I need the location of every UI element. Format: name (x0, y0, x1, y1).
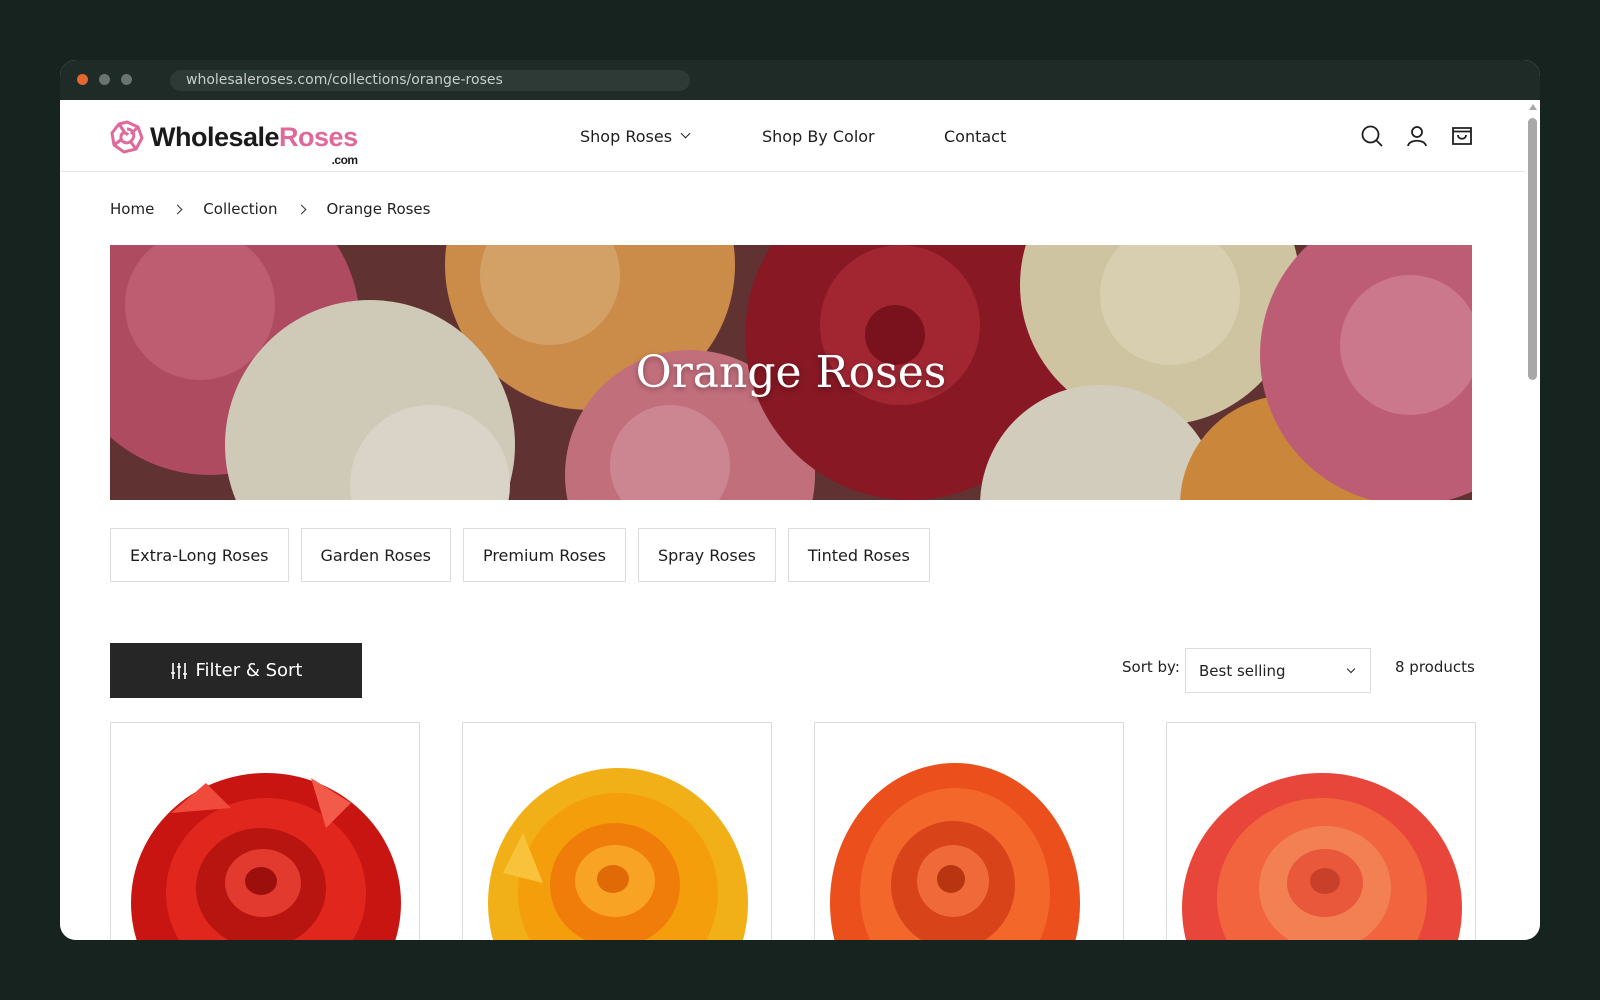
breadcrumb-current: Orange Roses (326, 200, 431, 218)
nav-shop-roses[interactable]: Shop Roses (580, 100, 691, 172)
close-window-button[interactable] (77, 74, 88, 85)
chevron-down-icon (1346, 664, 1356, 674)
subcollection-links: Extra-Long Roses Garden Roses Premium Ro… (110, 528, 942, 582)
sort-by-label: Sort by: (1122, 658, 1180, 676)
minimize-window-button[interactable] (99, 74, 110, 85)
site-header: WholesaleRoses .com Shop Roses Shop By C… (60, 100, 1525, 172)
product-card[interactable] (462, 722, 772, 940)
sort-select-value: Best selling (1199, 661, 1286, 680)
rose-logo-icon (110, 120, 144, 154)
collection-title: Orange Roses (635, 347, 947, 398)
red-rose-image (131, 773, 401, 940)
chip-garden-roses[interactable]: Garden Roses (300, 528, 451, 582)
scrollbar-thumb[interactable] (1528, 118, 1537, 380)
chevron-down-icon (680, 128, 691, 139)
page-content: WholesaleRoses .com Shop Roses Shop By C… (60, 100, 1525, 940)
cart-icon[interactable] (1450, 124, 1474, 148)
chip-tinted-roses[interactable]: Tinted Roses (787, 528, 930, 582)
sort-select[interactable]: Best selling (1185, 648, 1371, 693)
chip-spray-roses[interactable]: Spray Roses (637, 528, 776, 582)
page-scrollbar[interactable] (1525, 100, 1540, 940)
product-count: 8 products (1395, 658, 1475, 676)
chevron-right-icon (296, 204, 306, 214)
breadcrumb-collection[interactable]: Collection (203, 200, 277, 218)
filter-sort-button[interactable]: Filter & Sort (110, 643, 362, 698)
address-bar[interactable]: wholesaleroses.com/collections/orange-ro… (170, 70, 690, 91)
logo-text-wholesale: Wholesale (150, 122, 280, 152)
browser-toolbar: wholesaleroses.com/collections/orange-ro… (60, 60, 1540, 100)
nav-contact-label: Contact (944, 126, 1007, 146)
account-icon[interactable] (1405, 124, 1429, 148)
logo-text-com: .com (331, 153, 359, 167)
product-card[interactable] (110, 722, 420, 940)
coral-orange-rose-image (1182, 773, 1462, 940)
filter-sort-label: Filter & Sort (195, 660, 303, 681)
nav-shop-roses-label: Shop Roses (580, 126, 673, 146)
breadcrumb: Home Collection Orange Roses (110, 198, 430, 220)
collection-banner: Orange Roses (110, 245, 1472, 500)
product-card[interactable] (814, 722, 1124, 940)
nav-shop-by-color-label: Shop By Color (762, 126, 875, 146)
site-logo[interactable]: WholesaleRoses .com (110, 117, 358, 167)
scroll-up-arrow-icon[interactable] (1529, 104, 1537, 110)
maximize-window-button[interactable] (121, 74, 132, 85)
yellow-orange-rose-image (488, 768, 748, 940)
nav-contact[interactable]: Contact (944, 100, 1006, 172)
nav-shop-by-color[interactable]: Shop By Color (762, 100, 875, 172)
browser-window: wholesaleroses.com/collections/orange-ro… (60, 60, 1540, 940)
product-card[interactable] (1166, 722, 1476, 940)
breadcrumb-home[interactable]: Home (110, 200, 154, 218)
orange-rose-image (830, 763, 1080, 940)
chip-premium-roses[interactable]: Premium Roses (462, 528, 626, 582)
chevron-right-icon (172, 204, 183, 214)
sliders-icon (170, 662, 187, 679)
logo-wordmark: WholesaleRoses .com (150, 122, 358, 167)
chip-extra-long-roses[interactable]: Extra-Long Roses (110, 528, 289, 582)
search-icon[interactable] (1360, 124, 1384, 148)
